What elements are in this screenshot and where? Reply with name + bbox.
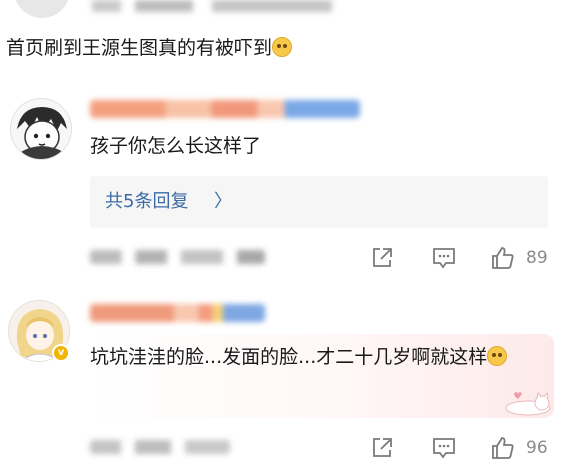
comment-button[interactable] bbox=[431, 436, 457, 460]
comment-text: 孩子你怎么长这样了 bbox=[90, 135, 262, 157]
replies-link[interactable]: 共5条回复 bbox=[105, 189, 188, 215]
thumbs-up-icon bbox=[492, 437, 514, 459]
comment-text: 坑坑洼洼的脸...发面的脸...才二十几岁啊就这样 bbox=[90, 340, 540, 374]
like-count: 96 bbox=[526, 438, 548, 458]
chevron-right-icon: 〉 bbox=[214, 191, 232, 212]
username-blurred[interactable] bbox=[90, 304, 265, 322]
cat-sticker-icon bbox=[505, 391, 551, 416]
verified-badge-icon: v bbox=[52, 344, 70, 362]
username-blurred[interactable] bbox=[90, 100, 360, 118]
share-icon bbox=[373, 248, 392, 267]
comment-meta-blurred bbox=[90, 250, 265, 264]
comment-button[interactable] bbox=[431, 246, 457, 270]
share-button[interactable] bbox=[370, 246, 394, 270]
share-icon bbox=[373, 438, 392, 457]
comment-text: 首页刷到王源生图真的有被吓到 bbox=[6, 34, 293, 62]
like-count: 89 bbox=[526, 248, 548, 268]
avatar[interactable] bbox=[14, 0, 70, 18]
comment-icon bbox=[433, 248, 455, 269]
anime-avatar-icon bbox=[11, 99, 71, 159]
comment-icon bbox=[433, 438, 455, 459]
comment-meta-blurred bbox=[90, 440, 230, 454]
laughing-tears-emoji-icon bbox=[272, 37, 293, 57]
like-button[interactable] bbox=[490, 435, 516, 461]
share-button[interactable] bbox=[370, 436, 394, 460]
avatar[interactable] bbox=[10, 98, 72, 160]
replies-panel[interactable]: 共5条回复 〉 bbox=[90, 176, 548, 228]
like-button[interactable] bbox=[490, 245, 516, 271]
confused-face-emoji-icon bbox=[487, 346, 508, 366]
thumbs-up-icon bbox=[492, 247, 514, 269]
comment-meta-blurred bbox=[92, 0, 332, 12]
